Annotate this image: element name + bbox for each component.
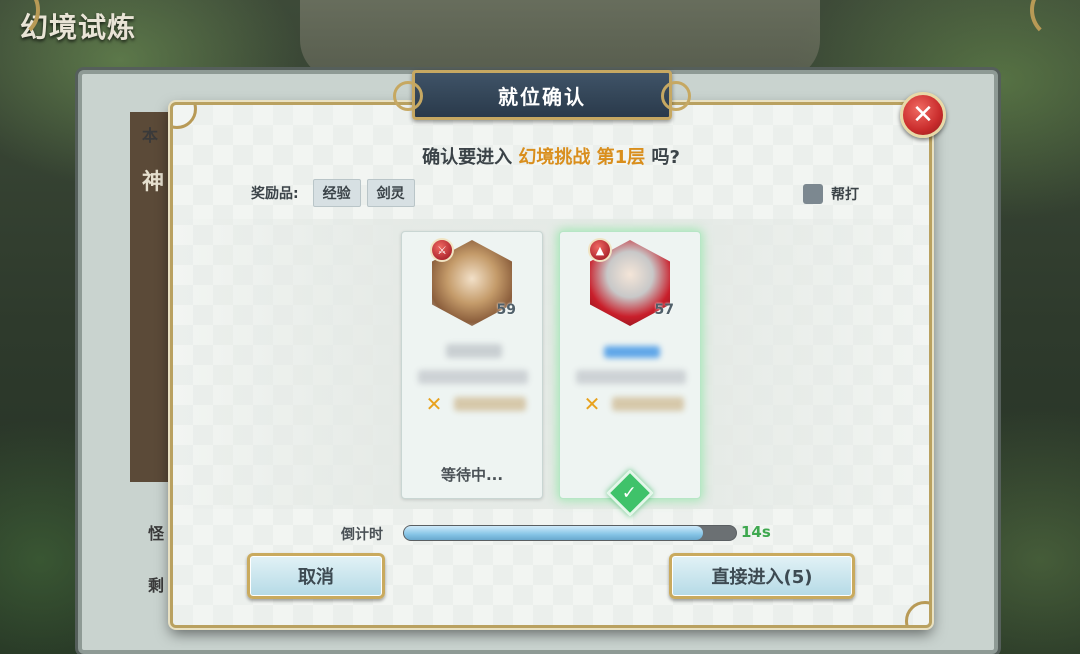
- countdown-bar-fill: [404, 526, 703, 540]
- dialog-title-plate: 就位确认: [393, 70, 691, 120]
- player-card: ▲ 57 ✕ ✓: [559, 231, 701, 518]
- combat-power-icon: ✕: [425, 392, 443, 416]
- back-label: 本: [142, 126, 159, 145]
- combat-power-icon: ✕: [583, 392, 601, 416]
- countdown-time: 14s: [741, 523, 771, 541]
- scene-path: [300, 0, 820, 80]
- countdown-label: 倒计时: [341, 527, 383, 543]
- help-toggle[interactable]: 帮打: [803, 184, 859, 204]
- player-name-redacted: [604, 346, 660, 358]
- help-label: 帮打: [831, 187, 859, 203]
- reward-row: 奖励品: 经验 剑灵: [251, 179, 415, 207]
- enter-directly-button[interactable]: 直接进入(5): [669, 553, 855, 599]
- dialog-title: 就位确认: [498, 84, 586, 109]
- ornament-icon: [661, 81, 691, 111]
- close-button[interactable]: ✕: [900, 92, 946, 138]
- question-prefix: 确认要进入: [422, 147, 519, 168]
- question-highlight: 幻境挑战 第1层: [518, 147, 646, 168]
- player-power-redacted: [454, 397, 526, 411]
- confirm-question: 确认要进入 幻境挑战 第1层 吗?: [173, 143, 929, 169]
- player-level: 59: [496, 302, 516, 318]
- player-guild-redacted: [418, 370, 528, 384]
- player-guild-redacted: [576, 370, 686, 384]
- countdown-bar: [403, 525, 737, 541]
- player-level: 57: [654, 302, 674, 318]
- ornament-icon: [393, 81, 423, 111]
- player-card: ⚔ 59 ✕ 等待中...: [401, 231, 543, 499]
- reward-tag[interactable]: 剑灵: [366, 179, 415, 207]
- back-label: 剩: [148, 576, 165, 595]
- back-label: 神: [142, 170, 165, 195]
- reward-tag[interactable]: 经验: [312, 179, 361, 207]
- question-suffix: 吗?: [645, 147, 680, 168]
- player-area: [173, 219, 929, 509]
- player-power-redacted: [612, 397, 684, 411]
- close-icon: ✕: [912, 100, 934, 130]
- confirm-dialog: 确认要进入 幻境挑战 第1层 吗? 奖励品: 经验 剑灵 帮打 ⚔ 59 ✕ 等…: [170, 102, 932, 628]
- cancel-button[interactable]: 取消: [247, 553, 385, 599]
- back-label: 怪: [148, 524, 165, 543]
- class-badge-icon: ⚔: [430, 238, 454, 262]
- class-badge-icon: ▲: [588, 238, 612, 262]
- help-checkbox[interactable]: [803, 184, 823, 204]
- player-name-redacted: [446, 344, 502, 358]
- player-status: 等待中...: [440, 466, 504, 484]
- reward-label: 奖励品:: [251, 186, 299, 202]
